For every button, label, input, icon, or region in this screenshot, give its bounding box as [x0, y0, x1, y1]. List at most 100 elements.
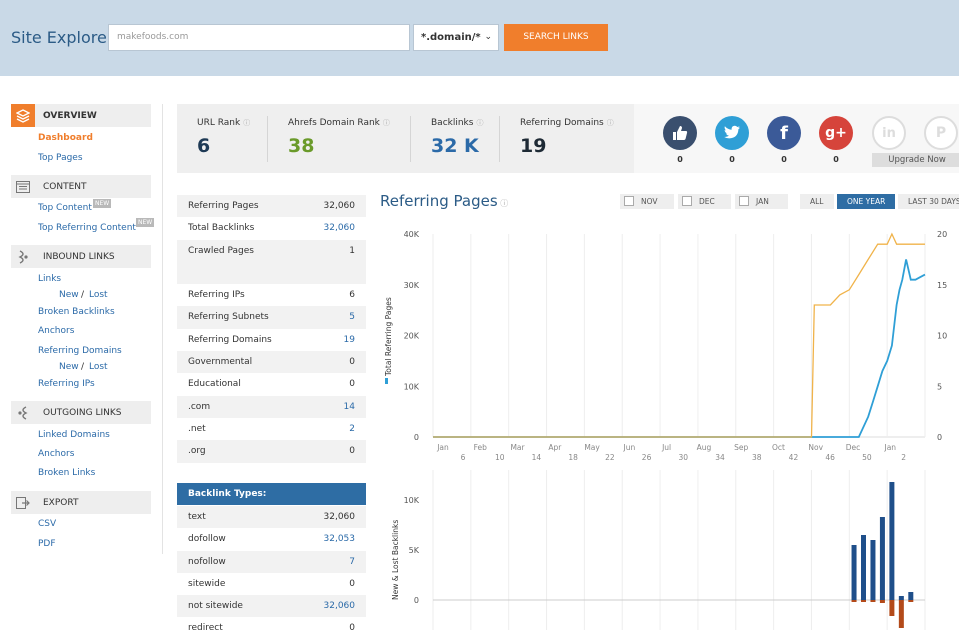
referring-pages-chart: 40K30K20K10K020151050Jan Feb Mar Apr May Jun J…	[384, 230, 947, 630]
bar	[861, 600, 866, 602]
info-icon[interactable]: ⓘ	[243, 119, 250, 127]
bar	[889, 482, 895, 600]
sidebar-item-pdf[interactable]: PDF	[38, 539, 56, 549]
x-month-label: Jul	[661, 443, 671, 452]
social-facebook[interactable]: f 0	[767, 116, 801, 164]
sidebar-section-content[interactable]: CONTENT	[11, 175, 151, 198]
sidebar-section-overview[interactable]: OVERVIEW	[11, 104, 151, 127]
sidebar-item-broken-links[interactable]: Broken Links	[38, 468, 95, 478]
stat-label: Backlinks ⓘ	[431, 118, 484, 128]
x-week-label: 18	[568, 453, 578, 462]
row-label: redirect	[188, 623, 223, 634]
table-row: Referring Domains 19	[177, 329, 366, 351]
facebook-icon[interactable]: f	[767, 116, 801, 150]
sidebar-item-csv[interactable]: CSV	[38, 519, 56, 529]
sidebar-item-referring-ips[interactable]: Referring IPs	[38, 379, 95, 389]
social-twitter[interactable]: 0	[715, 116, 749, 164]
row-value: 0	[349, 379, 355, 390]
range-last-30-days-button[interactable]: LAST 30 DAYS	[898, 194, 959, 209]
row-value[interactable]: 32,060	[324, 601, 356, 611]
thumbs-up-icon[interactable]	[663, 116, 697, 150]
month-toggle-jan[interactable]: JAN	[735, 194, 788, 209]
sidebar-item-referring-domains[interactable]: Referring Domains	[38, 346, 122, 356]
search-input[interactable]: makefoods.com	[108, 24, 410, 51]
sidebar-item-top-referring-content[interactable]: Top Referring Content	[38, 223, 136, 233]
row-label: Governmental	[188, 357, 253, 368]
row-label: not sitewide	[188, 601, 243, 612]
google-plus-icon[interactable]: g+	[819, 116, 853, 150]
search-links-button[interactable]: SEARCH LINKS	[504, 24, 608, 51]
sidebar-item-linked-domains[interactable]: Linked Domains	[38, 430, 110, 440]
row-label: sitewide	[188, 578, 226, 589]
divider	[267, 116, 268, 162]
stat-label: URL Rank ⓘ	[197, 118, 251, 128]
table-row-spacer	[177, 261, 366, 285]
bar	[851, 545, 857, 600]
sidebar-item-top-pages[interactable]: Top Pages	[38, 153, 83, 163]
row-value[interactable]: 14	[344, 402, 355, 412]
month-toggle-nov[interactable]: NOV	[620, 194, 674, 209]
pinterest-icon[interactable]: P	[924, 116, 958, 150]
x-week-label: 26	[642, 453, 652, 462]
sidebar-item-rd-new[interactable]: New	[59, 362, 79, 372]
sidebar-item-anchors[interactable]: Anchors	[38, 326, 74, 336]
sidebar-item-rd-lost[interactable]: Lost	[89, 362, 108, 372]
stat-value: 6	[197, 135, 211, 157]
row-value[interactable]: 32,060	[324, 223, 356, 233]
y-tick-label: 10K	[404, 382, 420, 391]
sidebar-item-top-content[interactable]: Top Content	[38, 203, 92, 213]
y-tick-label: 5K	[409, 546, 420, 555]
row-value[interactable]: 5	[349, 312, 355, 322]
new-badge: NEW	[93, 199, 112, 208]
stat-value: 19	[520, 135, 547, 157]
bar	[851, 600, 857, 602]
row-value[interactable]: 2	[349, 424, 355, 434]
info-icon[interactable]: ⓘ	[476, 119, 483, 127]
linkedin-icon[interactable]: in	[872, 116, 906, 150]
info-icon[interactable]: ⓘ	[498, 199, 508, 208]
chart-title: Referring Pages ⓘ	[380, 192, 509, 210]
sidebar-item-links-new[interactable]: New	[59, 290, 79, 300]
row-value: 0	[349, 446, 355, 457]
row-label: Referring Domains	[188, 334, 272, 345]
table-row: Educational 0	[177, 373, 366, 395]
social-google-plus[interactable]: g+ 0	[819, 116, 853, 164]
sidebar-section-inbound-links[interactable]: INBOUND LINKS	[11, 245, 151, 268]
checkbox[interactable]	[682, 196, 692, 206]
sidebar-item-links-lost[interactable]: Lost	[89, 290, 108, 300]
row-value[interactable]: 32,053	[324, 534, 356, 544]
table-row: Total Backlinks 32,060	[177, 217, 366, 239]
row-value[interactable]: 7	[349, 557, 355, 567]
row-label: Referring Subnets	[188, 312, 269, 323]
row-value[interactable]: 19	[344, 335, 355, 345]
new-badge: NEW	[136, 218, 155, 227]
month-toggle-dec[interactable]: DEC	[678, 194, 731, 209]
checkbox[interactable]	[739, 196, 749, 206]
header-bar: Site Explorer: makefoods.com *.domain/* …	[0, 0, 959, 76]
checkbox[interactable]	[624, 196, 634, 206]
sidebar-item-dashboard[interactable]: Dashboard	[38, 133, 93, 143]
range-one-year-button[interactable]: ONE YEAR	[837, 194, 895, 209]
sidebar-section-export[interactable]: EXPORT	[11, 491, 151, 514]
sidebar-item-links[interactable]: Links	[38, 274, 61, 284]
range-all-button[interactable]: ALL	[800, 194, 834, 209]
sidebar-section-outgoing-links[interactable]: OUTGOING LINKS	[11, 401, 151, 424]
mode-select[interactable]: *.domain/* ⌄	[413, 24, 499, 51]
info-icon[interactable]: ⓘ	[383, 119, 390, 127]
upgrade-now-button[interactable]: Upgrade Now	[872, 153, 959, 167]
info-icon[interactable]: ⓘ	[607, 119, 614, 127]
sidebar-item-broken-backlinks[interactable]: Broken Backlinks	[38, 307, 115, 317]
stat-label: Ahrefs Domain Rank ⓘ	[288, 118, 390, 128]
x-week-label: 34	[715, 453, 725, 462]
social-pinterest[interactable]: P	[924, 116, 958, 150]
social-linkedin[interactable]: in	[872, 116, 906, 150]
y-tick-label: 10K	[404, 496, 420, 505]
table-row: redirect 0	[177, 617, 366, 639]
sidebar-item-outgoing-anchors[interactable]: Anchors	[38, 449, 74, 459]
social-facebook-like[interactable]: 0	[663, 116, 697, 164]
page-title: Site Explorer:	[11, 28, 119, 47]
line-series	[433, 232, 926, 438]
row-value: 0	[349, 623, 355, 634]
twitter-icon[interactable]	[715, 116, 749, 150]
row-value: 32,060	[323, 512, 356, 522]
